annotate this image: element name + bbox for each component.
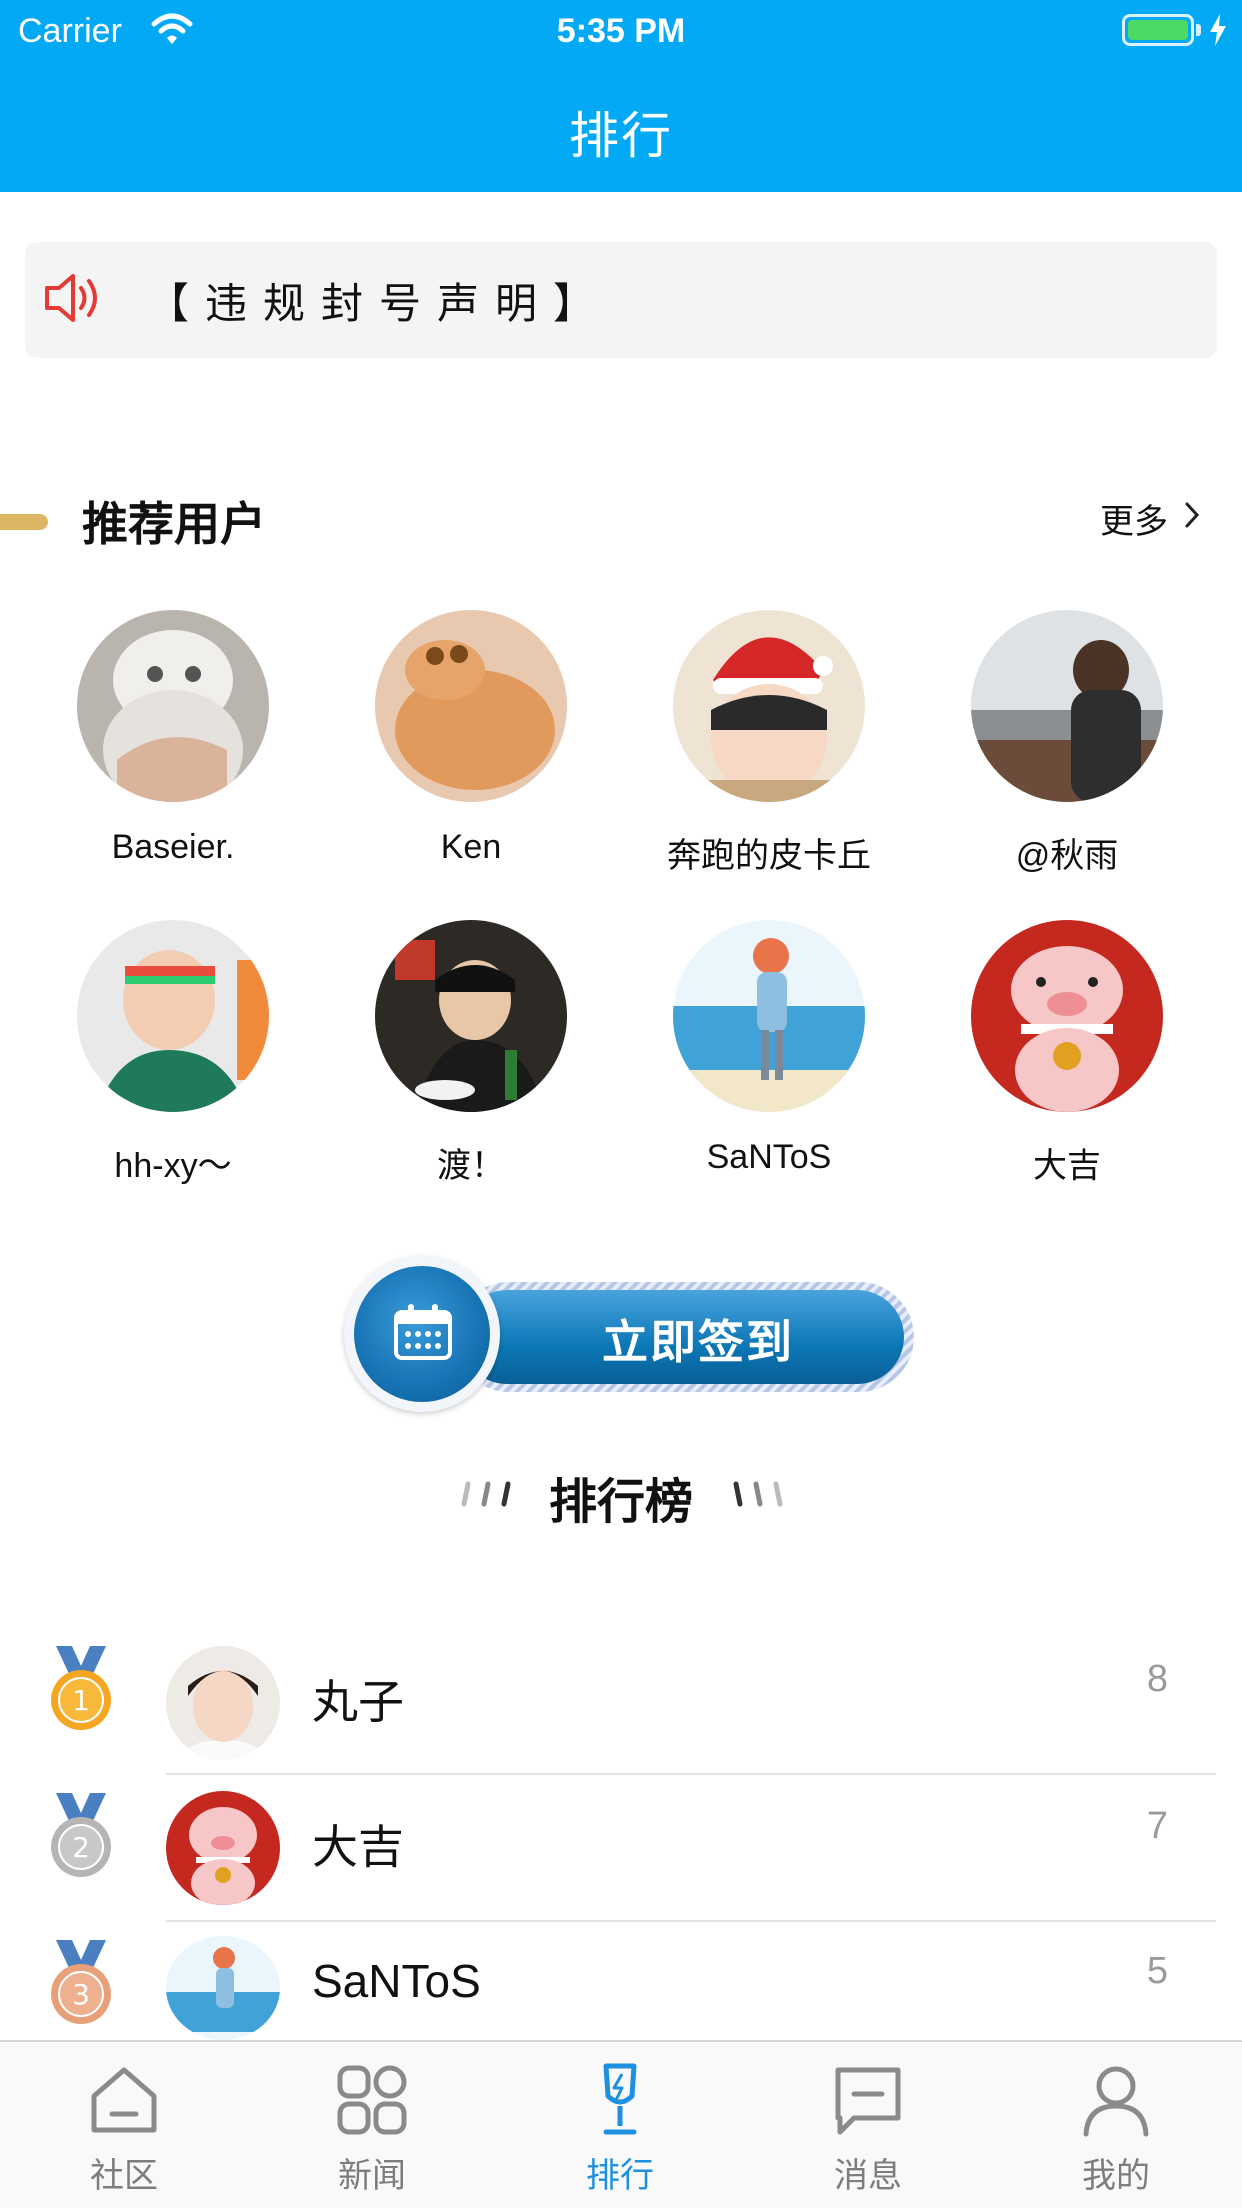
rank-score: 7 <box>1146 1805 1168 1847</box>
rank-name: SaNToS <box>312 1955 481 2007</box>
charging-bolt-icon <box>1210 14 1226 46</box>
tab-bar: 社区 新闻 排行 消息 我的 <box>0 2040 1242 2208</box>
notice-banner[interactable]: 【违规封号声明】 <box>25 242 1217 358</box>
checkin-pill-inner: 立即签到 <box>460 1290 904 1384</box>
app-header: Carrier 5:35 PM 排行 <box>0 0 1242 192</box>
chevron-right-icon[interactable] <box>1182 498 1202 532</box>
avatar[interactable] <box>375 610 567 802</box>
tab-label: 我的 <box>1082 2157 1150 2195</box>
notice-text: 【违规封号声明】 <box>147 280 612 327</box>
trophy-icon <box>603 2063 637 2135</box>
message-icon <box>835 2067 901 2135</box>
bronze-medal-icon: 3 <box>51 1940 111 2024</box>
avatar[interactable] <box>375 920 567 1112</box>
recommended-user[interactable]: 大吉 <box>918 920 1216 1187</box>
user-name: @秋雨 <box>1015 837 1119 875</box>
more-link[interactable]: 更多 <box>1100 494 1168 543</box>
user-name: Ken <box>440 828 502 866</box>
recommended-user[interactable]: SaNToS <box>620 920 918 1177</box>
battery-icon <box>1122 14 1194 46</box>
recommended-user[interactable]: hh-xy～ <box>24 920 322 1187</box>
avatar[interactable] <box>971 920 1163 1112</box>
home-icon <box>91 2067 157 2133</box>
recommended-user[interactable]: 奔跑的皮卡丘 <box>620 610 918 877</box>
tab-label: 消息 <box>834 2157 902 2195</box>
ranking-row[interactable]: 1 丸子 8 <box>0 1628 1242 1775</box>
checkin-label: 立即签到 <box>602 1316 794 1368</box>
page-title: 排行 <box>569 108 673 164</box>
silver-medal-icon: 2 <box>51 1793 111 1877</box>
rank-score: 8 <box>1146 1658 1168 1700</box>
recommended-user[interactable]: Ken <box>322 610 620 867</box>
avatar[interactable] <box>77 610 269 802</box>
user-name: 大吉 <box>1033 1147 1101 1185</box>
checkin-pill[interactable]: 立即签到 <box>454 1282 914 1392</box>
tab-label: 新闻 <box>338 2157 406 2195</box>
grid-icon <box>337 2065 407 2135</box>
user-name: 渡！ <box>437 1147 505 1185</box>
avatar[interactable] <box>673 920 865 1112</box>
rank-score: 5 <box>1146 1950 1168 1992</box>
ranking-row[interactable]: 2 大吉 7 <box>0 1775 1242 1922</box>
recommended-user[interactable]: @秋雨 <box>918 610 1216 877</box>
calendar-icon <box>394 1304 452 1360</box>
heading-decoration-right <box>733 1481 783 1507</box>
user-name: SaNToS <box>706 1138 832 1176</box>
tab-ranking[interactable]: 排行 <box>520 2062 720 2197</box>
rank-name: 丸子 <box>312 1676 404 1728</box>
user-name: hh-xy～ <box>114 1147 232 1185</box>
tab-label: 社区 <box>90 2157 158 2195</box>
tab-profile[interactable]: 我的 <box>1016 2062 1216 2197</box>
recommended-user[interactable]: Baseier. <box>24 610 322 867</box>
status-bar: Carrier 5:35 PM <box>0 0 1242 62</box>
recommended-user[interactable]: 渡！ <box>322 920 620 1187</box>
status-time: 5:35 PM <box>556 12 686 50</box>
avatar[interactable] <box>166 1646 280 1760</box>
tab-messages[interactable]: 消息 <box>768 2062 968 2197</box>
tab-community[interactable]: 社区 <box>24 2062 224 2197</box>
ranking-title: 排行榜 <box>548 1476 693 1529</box>
user-name: 奔跑的皮卡丘 <box>667 837 871 875</box>
checkin-disc[interactable] <box>344 1256 500 1412</box>
user-icon <box>1083 2066 1149 2137</box>
avatar[interactable] <box>971 610 1163 802</box>
tab-news[interactable]: 新闻 <box>272 2062 472 2197</box>
battery-nub <box>1196 24 1201 36</box>
avatar[interactable] <box>166 1936 280 2040</box>
avatar[interactable] <box>673 610 865 802</box>
rank-name: 大吉 <box>312 1821 404 1873</box>
section-accent-bar <box>0 514 48 530</box>
tab-label: 排行 <box>586 2157 654 2195</box>
user-name: Baseier. <box>111 828 235 866</box>
gold-medal-icon: 1 <box>51 1646 111 1730</box>
recommended-title: 推荐用户 <box>82 498 266 550</box>
avatar[interactable] <box>166 1791 280 1905</box>
checkin-button[interactable]: 立即签到 <box>344 1256 918 1412</box>
svg-text:3: 3 <box>72 1978 90 2011</box>
avatar[interactable] <box>77 920 269 1112</box>
svg-text:1: 1 <box>72 1684 90 1717</box>
svg-text:2: 2 <box>72 1831 90 1864</box>
speaker-icon <box>45 274 97 322</box>
